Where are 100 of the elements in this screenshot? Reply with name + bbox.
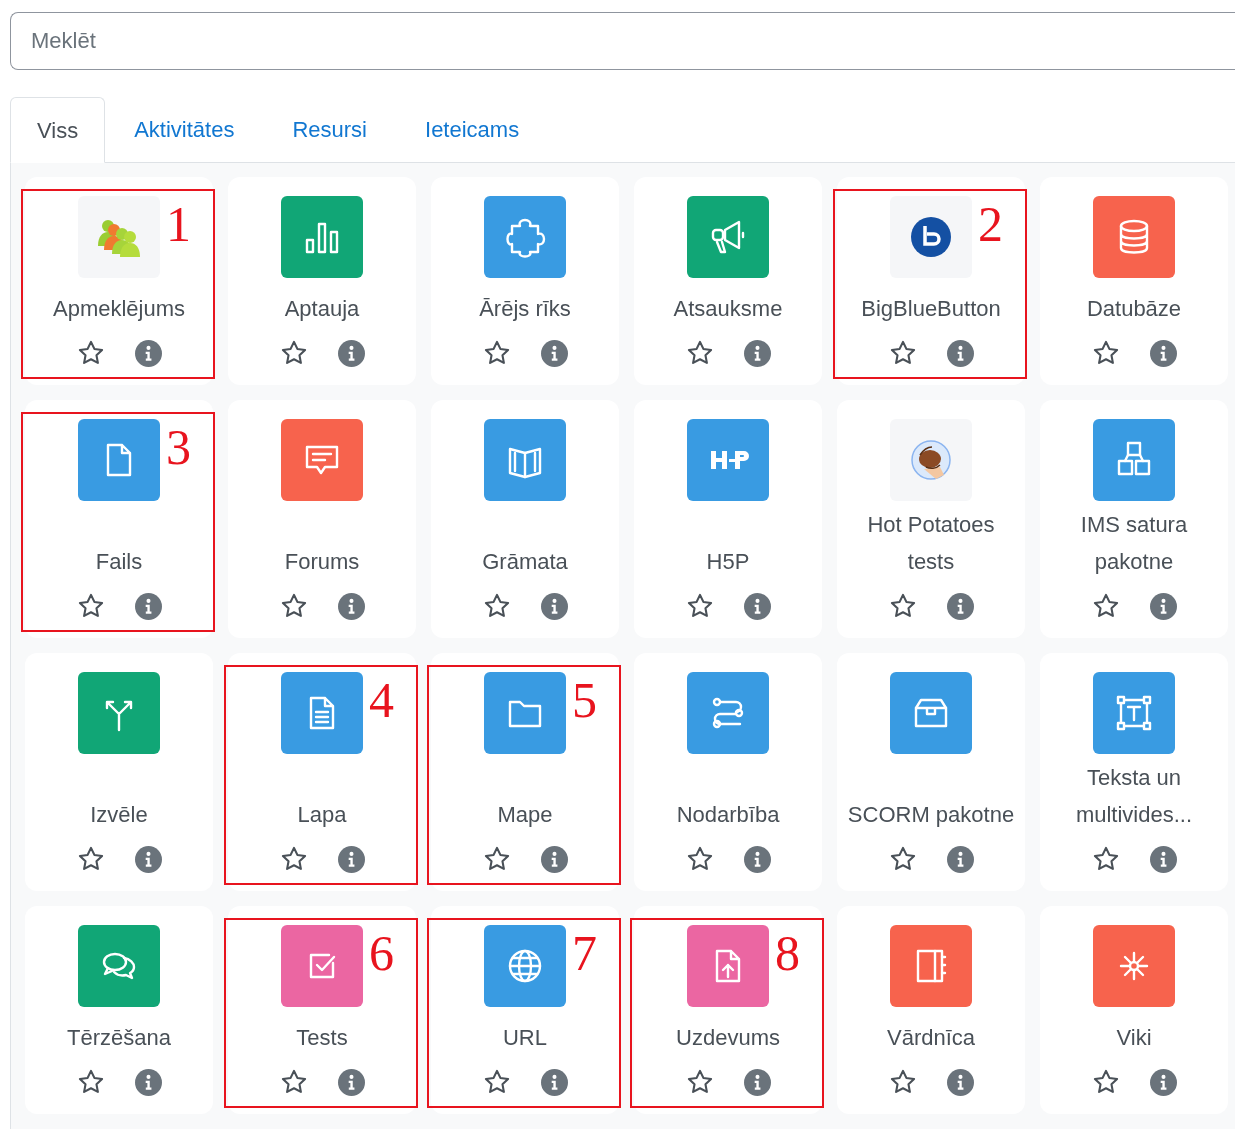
star-icon[interactable] [482,1068,511,1096]
module-card[interactable]: Viki [1040,906,1228,1114]
star-icon[interactable] [1091,845,1120,873]
tab[interactable]: Ieteicams [396,97,549,162]
module-name: Grāmata [481,548,569,576]
tab[interactable]: Aktivitātes [105,97,264,162]
star-icon[interactable] [685,339,714,367]
module-card[interactable]: Ārējs rīks [431,177,619,385]
module-name: BigBlueButton [860,295,1002,323]
module-name: Ārējs rīks [478,295,572,323]
info-icon[interactable] [134,592,162,620]
callout-number: 4 [369,675,394,725]
star-icon[interactable] [76,1068,105,1096]
star-icon[interactable] [888,1068,917,1096]
info-icon[interactable] [743,1068,771,1096]
tab[interactable]: Resursi [263,97,396,162]
star-icon[interactable] [279,592,308,620]
module-name: Lapa [296,801,348,829]
info-icon[interactable] [1149,339,1177,367]
module-card[interactable]: SCORM pakotne [837,653,1025,891]
module-card[interactable]: Vārdnīca [837,906,1025,1114]
module-name: Forums [283,548,361,576]
module-name: Apmeklējums [51,295,186,323]
module-card[interactable]: Nodarbība [634,653,822,891]
tab[interactable]: Viss [10,97,106,163]
star-icon[interactable] [279,339,308,367]
info-icon[interactable] [337,845,365,873]
star-icon[interactable] [1091,339,1120,367]
info-icon[interactable] [946,845,974,873]
star-icon[interactable] [76,592,105,620]
module-name: Izvēle [89,801,149,829]
module-card[interactable]: Aptauja [228,177,416,385]
module-name: H5P [705,548,751,576]
callout-number: 1 [166,199,191,249]
module-name: Datubāze [1085,295,1183,323]
star-icon[interactable] [482,592,511,620]
callout-number: 8 [775,928,800,978]
info-icon[interactable] [337,339,365,367]
info-icon[interactable] [1149,592,1177,620]
star-icon[interactable] [1091,1068,1120,1096]
module-card[interactable]: IMS satura pakotne [1040,400,1228,638]
module-card[interactable]: Datubāze [1040,177,1228,385]
star-icon[interactable] [482,339,511,367]
module-name: Mape [496,801,554,829]
info-icon[interactable] [134,845,162,873]
module-name: SCORM pakotne [846,801,1016,829]
module-name: Hot Potatoes tests [866,511,996,576]
module-card[interactable]: Grāmata [431,400,619,638]
module-card[interactable]: H5P [634,400,822,638]
module-card[interactable]: Tērzēšana [25,906,213,1114]
star-icon[interactable] [279,1068,308,1096]
module-card[interactable]: Izvēle [25,653,213,891]
star-icon[interactable] [279,845,308,873]
star-icon[interactable] [482,845,511,873]
callout-number: 3 [166,422,191,472]
info-icon[interactable] [540,592,568,620]
module-name: Uzdevums [675,1024,781,1052]
module-card[interactable]: Hot Potatoes tests [837,400,1025,638]
callout-number: 7 [572,928,597,978]
module-card[interactable]: Teksta un multivides... [1040,653,1228,891]
module-name: Nodarbība [675,801,781,829]
info-icon[interactable] [743,592,771,620]
star-icon[interactable] [1091,592,1120,620]
star-icon[interactable] [888,845,917,873]
module-name: Viki [1115,1024,1153,1052]
module-name: Atsauksme [672,295,784,323]
module-name: Tērzēšana [66,1024,172,1052]
info-icon[interactable] [946,1068,974,1096]
star-icon[interactable] [685,1068,714,1096]
star-icon[interactable] [888,592,917,620]
module-name: Teksta un multivides... [1074,764,1194,829]
search-field[interactable]: Meklēt [10,12,1235,70]
info-icon[interactable] [743,845,771,873]
info-icon[interactable] [540,845,568,873]
info-icon[interactable] [946,339,974,367]
info-icon[interactable] [337,592,365,620]
info-icon[interactable] [743,339,771,367]
info-icon[interactable] [946,592,974,620]
star-icon[interactable] [76,339,105,367]
star-icon[interactable] [685,845,714,873]
module-name: Fails [94,548,144,576]
module-name: Vārdnīca [885,1024,977,1052]
module-card[interactable]: Forums [228,400,416,638]
info-icon[interactable] [1149,845,1177,873]
info-icon[interactable] [134,339,162,367]
star-icon[interactable] [888,339,917,367]
callout-number: 2 [978,199,1003,249]
star-icon[interactable] [76,845,105,873]
info-icon[interactable] [134,1068,162,1096]
callout-number: 5 [572,675,597,725]
star-icon[interactable] [685,592,714,620]
callout-number: 6 [369,928,394,978]
info-icon[interactable] [540,1068,568,1096]
module-name: Tests [295,1024,349,1052]
module-card[interactable]: Atsauksme [634,177,822,385]
module-name: IMS satura pakotne [1079,511,1189,576]
info-icon[interactable] [337,1068,365,1096]
info-icon[interactable] [1149,1068,1177,1096]
module-name: Aptauja [283,295,361,323]
info-icon[interactable] [540,339,568,367]
